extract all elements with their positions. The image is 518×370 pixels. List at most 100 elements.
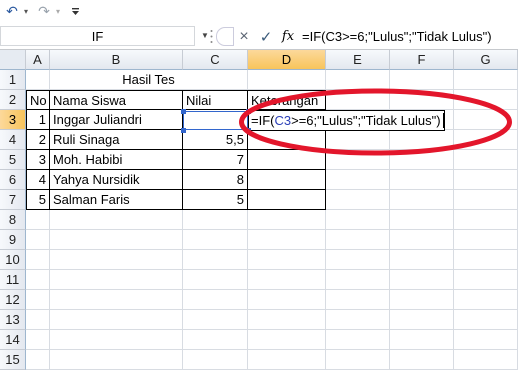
column-header-f[interactable]: F [390, 50, 454, 70]
table-row-4-no[interactable]: 4 [26, 170, 50, 190]
reference-handle[interactable] [181, 128, 186, 133]
grid-cell[interactable] [248, 270, 326, 290]
grid-cell[interactable] [183, 330, 248, 350]
column-header-e[interactable]: E [326, 50, 390, 70]
grid-cell[interactable] [454, 170, 518, 190]
grid-cell[interactable] [390, 250, 454, 270]
grid-cell[interactable] [248, 230, 326, 250]
grid-cell[interactable] [390, 210, 454, 230]
grid-cell[interactable] [183, 210, 248, 230]
table-row-1-nama[interactable]: Inggar Juliandri [50, 110, 183, 130]
grid-cell[interactable] [454, 190, 518, 210]
table-row-2-no[interactable]: 2 [26, 130, 50, 150]
row-header-6[interactable]: 6 [0, 170, 26, 190]
undo-dropdown-icon[interactable]: ▾ [21, 3, 31, 19]
grid-cell[interactable] [50, 330, 183, 350]
table-row-4-keterangan[interactable] [248, 170, 326, 190]
grid-cell[interactable] [326, 230, 390, 250]
formula-input[interactable]: =IF(C3>=6;"Lulus";"Tidak Lulus") [302, 26, 518, 46]
row-header-5[interactable]: 5 [0, 150, 26, 170]
grid-cell[interactable] [50, 270, 183, 290]
grid-cell[interactable] [183, 230, 248, 250]
grid-cell[interactable] [183, 310, 248, 330]
cancel-icon[interactable]: × [234, 27, 254, 46]
grid-cell[interactable] [26, 250, 50, 270]
redo-dropdown-icon[interactable]: ▾ [53, 3, 63, 19]
column-header-d[interactable]: D [248, 50, 326, 70]
row-header-12[interactable]: 12 [0, 290, 26, 310]
grid-cell[interactable] [50, 250, 183, 270]
column-header-g[interactable]: G [454, 50, 518, 70]
grid-cell[interactable] [183, 250, 248, 270]
insert-function-icon[interactable]: fx [278, 27, 298, 46]
enter-icon[interactable]: ✓ [256, 27, 276, 46]
grid-cell[interactable] [50, 310, 183, 330]
grid-cell[interactable] [183, 270, 248, 290]
name-box[interactable]: IF [0, 26, 195, 46]
reference-handle[interactable] [181, 109, 186, 114]
table-row-3-nama[interactable]: Moh. Habibi [50, 150, 183, 170]
row-header-11[interactable]: 11 [0, 270, 26, 290]
grid-cell[interactable] [26, 230, 50, 250]
row-header-8[interactable]: 8 [0, 210, 26, 230]
grid-cell[interactable] [454, 250, 518, 270]
grid-cell[interactable] [248, 350, 326, 370]
row-header-10[interactable]: 10 [0, 250, 26, 270]
table-row-2-nama[interactable]: Ruli Sinaga [50, 130, 183, 150]
column-header-c[interactable]: C [183, 50, 248, 70]
grid-cell[interactable] [326, 290, 390, 310]
table-row-1-no[interactable]: 1 [26, 110, 50, 130]
row-header-15[interactable]: 15 [0, 350, 26, 370]
grid-cell[interactable] [26, 210, 50, 230]
row-header-7[interactable]: 7 [0, 190, 26, 210]
row-header-9[interactable]: 9 [0, 230, 26, 250]
grid-cell[interactable] [50, 210, 183, 230]
grid-cell[interactable] [50, 290, 183, 310]
grid-cell[interactable] [326, 350, 390, 370]
grid-cell[interactable] [390, 290, 454, 310]
table-row-3-no[interactable]: 3 [26, 150, 50, 170]
select-all-corner[interactable] [0, 50, 26, 70]
grid-cell[interactable] [326, 170, 390, 190]
header-nama-siswa[interactable]: Nama Siswa [50, 90, 183, 110]
grid-cell[interactable] [26, 330, 50, 350]
table-title[interactable]: Hasil Tes [50, 70, 248, 90]
row-header-1[interactable]: 1 [0, 70, 26, 90]
table-row-5-no[interactable]: 5 [26, 190, 50, 210]
grid-cell[interactable] [454, 210, 518, 230]
formula-bar-splitter[interactable] [210, 27, 213, 46]
grid-cell[interactable] [454, 290, 518, 310]
grid-cell[interactable] [183, 290, 248, 310]
grid-cell[interactable] [454, 270, 518, 290]
grid-cell[interactable] [326, 330, 390, 350]
grid-cell[interactable] [326, 310, 390, 330]
table-row-4-nilai[interactable]: 8 [183, 170, 248, 190]
grid-cell[interactable] [390, 270, 454, 290]
grid-cell[interactable] [248, 290, 326, 310]
grid-cell[interactable] [390, 190, 454, 210]
grid-cell[interactable] [248, 330, 326, 350]
customize-qat-icon[interactable] [68, 3, 82, 19]
table-row-5-nama[interactable]: Salman Faris [50, 190, 183, 210]
row-header-13[interactable]: 13 [0, 310, 26, 330]
grid-cell[interactable] [326, 270, 390, 290]
grid-cell[interactable] [50, 350, 183, 370]
grid-cell[interactable] [390, 350, 454, 370]
grid-cell[interactable] [454, 230, 518, 250]
grid-cell[interactable] [454, 310, 518, 330]
row-header-2[interactable]: 2 [0, 90, 26, 110]
grid-cell[interactable] [248, 310, 326, 330]
column-header-b[interactable]: B [50, 50, 183, 70]
grid-cell[interactable] [183, 350, 248, 370]
table-row-5-nilai[interactable]: 5 [183, 190, 248, 210]
grid-cell[interactable] [390, 170, 454, 190]
grid-cell[interactable] [26, 350, 50, 370]
grid-cell[interactable] [248, 250, 326, 270]
row-header-3[interactable]: 3 [0, 110, 26, 130]
grid-cell[interactable] [26, 310, 50, 330]
undo-icon[interactable]: ↶ [3, 3, 21, 19]
grid-cell[interactable] [454, 330, 518, 350]
grid-cell[interactable] [454, 350, 518, 370]
grid-cell[interactable] [390, 310, 454, 330]
grid-cell[interactable] [390, 230, 454, 250]
